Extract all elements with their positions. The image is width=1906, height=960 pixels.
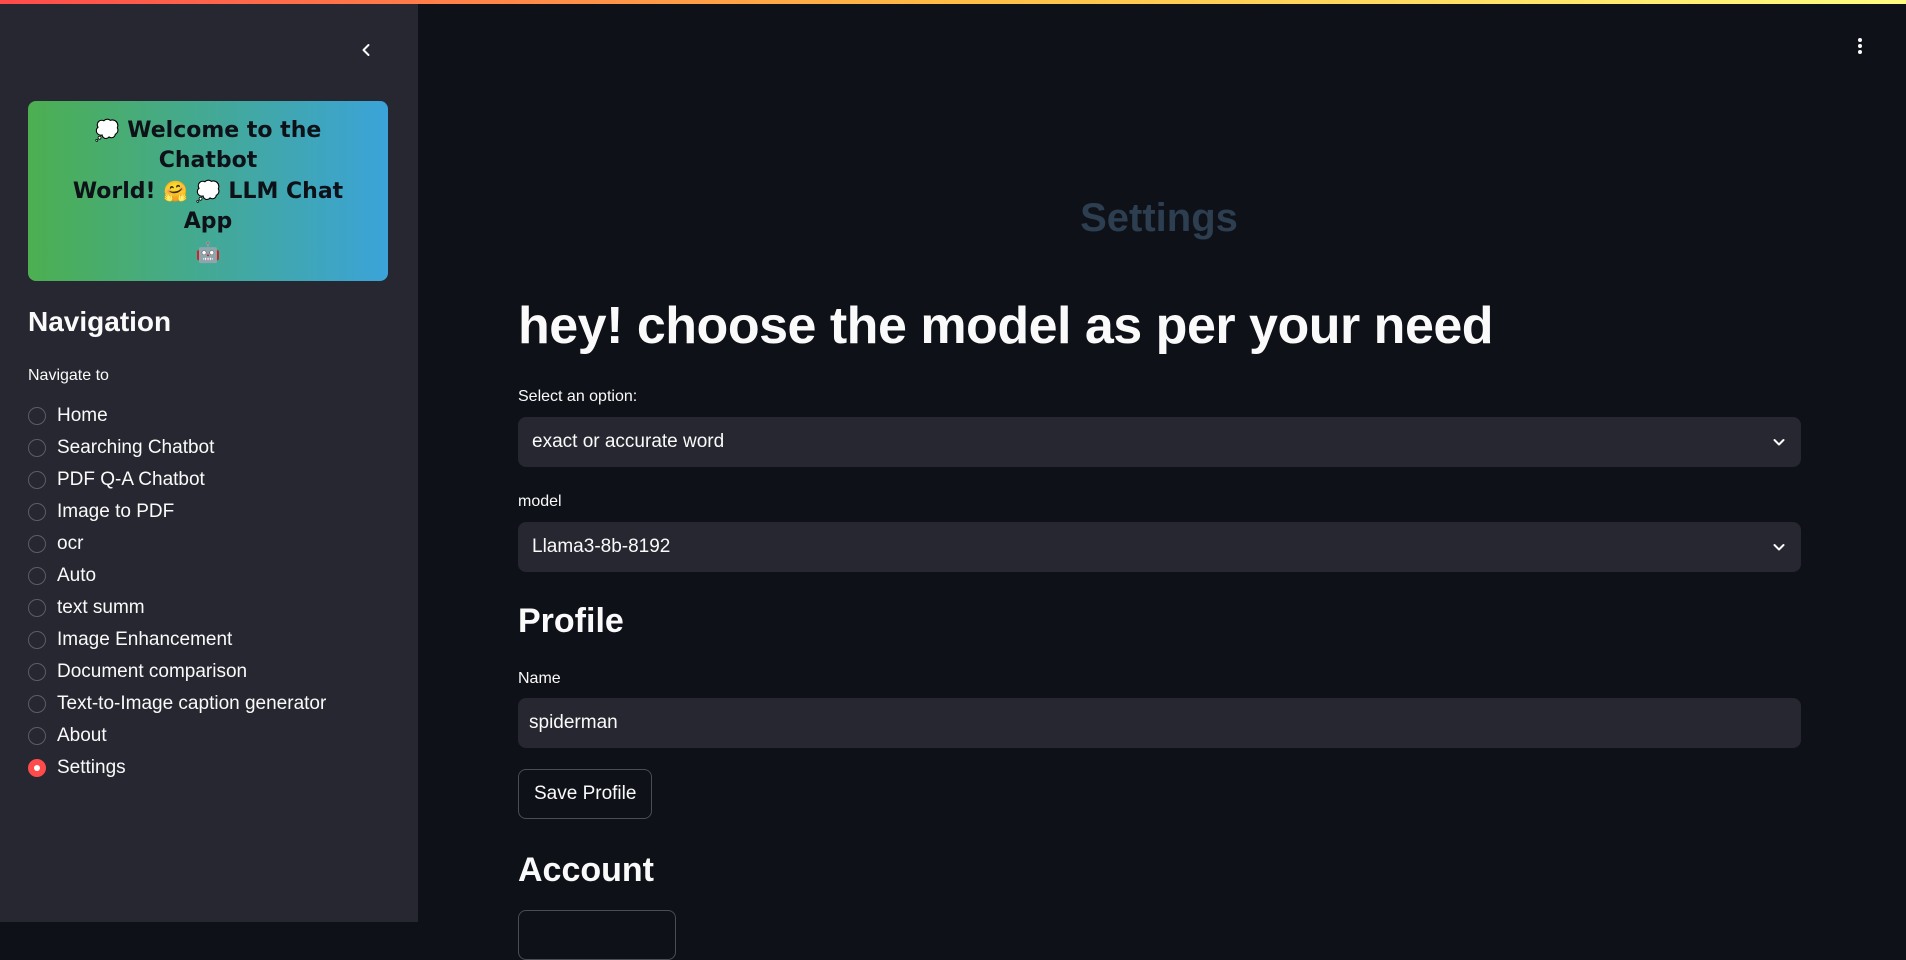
top-decoration-bar	[0, 0, 1906, 4]
nav-radio-label: Searching Chatbot	[57, 437, 215, 458]
nav-radio-item[interactable]: Auto	[28, 560, 326, 592]
model-select[interactable]: Llama3-8b-8192	[518, 522, 1801, 572]
nav-radio-label: Home	[57, 405, 108, 426]
radio-circle-icon	[28, 631, 46, 649]
nav-radio-label: Auto	[57, 565, 97, 586]
welcome-line2a: World!	[72, 178, 156, 204]
nav-radio-label: Text-to-Image caption generator	[57, 693, 327, 714]
name-input[interactable]	[518, 698, 1801, 748]
option-select-value: exact or accurate word	[532, 431, 725, 452]
nav-radio-item[interactable]: Searching Chatbot	[28, 432, 326, 464]
account-button[interactable]	[518, 910, 676, 960]
chevron-down-icon	[1773, 439, 1785, 446]
page-title: Settings	[1080, 196, 1238, 240]
radio-circle-icon	[28, 695, 46, 713]
nav-radio-item[interactable]: Document comparison	[28, 656, 326, 688]
navigation-radio-group: Home Searching Chatbot PDF Q-A Chatbot Imag…	[28, 400, 326, 784]
robot-icon: 🤖	[195, 239, 221, 264]
model-label: model	[518, 493, 562, 510]
navigate-to-label: Navigate to	[28, 367, 109, 384]
radio-circle-icon	[28, 599, 46, 617]
radio-circle-icon	[28, 663, 46, 681]
radio-circle-icon	[28, 407, 46, 425]
nav-radio-label: PDF Q-A Chatbot	[57, 469, 205, 490]
nav-radio-item[interactable]: text summ	[28, 592, 326, 624]
nav-radio-label: ocr	[57, 533, 84, 554]
nav-radio-item[interactable]: Home	[28, 400, 326, 432]
nav-radio-label: text summ	[57, 597, 145, 618]
welcome-line1: Welcome to the Chatbot	[127, 117, 322, 173]
thought-bubble-icon: 💭	[195, 178, 221, 203]
nav-radio-label: Image Enhancement	[57, 629, 233, 650]
option-select[interactable]: exact or accurate word	[518, 417, 1801, 467]
nav-radio-item[interactable]: ocr	[28, 528, 326, 560]
nav-radio-item[interactable]: About	[28, 720, 326, 752]
name-label: Name	[518, 670, 561, 687]
nav-radio-item[interactable]: Image Enhancement	[28, 624, 326, 656]
chevron-down-icon	[1773, 544, 1785, 551]
nav-radio-label: About	[57, 725, 107, 746]
nav-radio-label: Image to PDF	[57, 501, 175, 522]
radio-circle-icon	[28, 471, 46, 489]
nav-radio-label: Document comparison	[57, 661, 248, 682]
nav-radio-item[interactable]: PDF Q-A Chatbot	[28, 464, 326, 496]
nav-radio-label: Settings	[57, 757, 126, 778]
radio-circle-icon	[28, 567, 46, 585]
radio-circle-icon	[28, 439, 46, 457]
navigation-heading: Navigation	[28, 306, 172, 337]
model-heading: hey! choose the model as per your need	[518, 297, 1494, 355]
model-select-value: Llama3-8b-8192	[532, 536, 671, 557]
select-option-label: Select an option:	[518, 388, 638, 405]
account-heading: Account	[518, 851, 654, 889]
thought-bubble-icon: 💭	[94, 117, 120, 142]
main-content: Settings hey! choose the model as per yo…	[418, 0, 1906, 960]
profile-heading: Profile	[518, 602, 624, 640]
chevron-left-icon	[362, 44, 370, 56]
radio-circle-icon	[28, 727, 46, 745]
nav-radio-item[interactable]: Settings	[28, 752, 326, 784]
sidebar: 💭 Welcome to the Chatbot World! 🤗 💭 LLM …	[0, 0, 418, 922]
collapse-sidebar-button[interactable]	[352, 36, 380, 64]
welcome-text: 💭 Welcome to the Chatbot World! 🤗 💭 LLM …	[48, 115, 368, 268]
welcome-banner: 💭 Welcome to the Chatbot World! 🤗 💭 LLM …	[28, 101, 388, 281]
nav-radio-item[interactable]: Text-to-Image caption generator	[28, 688, 326, 720]
save-profile-button[interactable]: Save Profile	[518, 769, 653, 819]
radio-circle-icon	[28, 759, 46, 777]
radio-dot-icon	[34, 765, 40, 771]
nav-radio-item[interactable]: Image to PDF	[28, 496, 326, 528]
radio-circle-icon	[28, 503, 46, 521]
hugging-face-icon: 🤗	[163, 178, 189, 203]
radio-circle-icon	[28, 535, 46, 553]
